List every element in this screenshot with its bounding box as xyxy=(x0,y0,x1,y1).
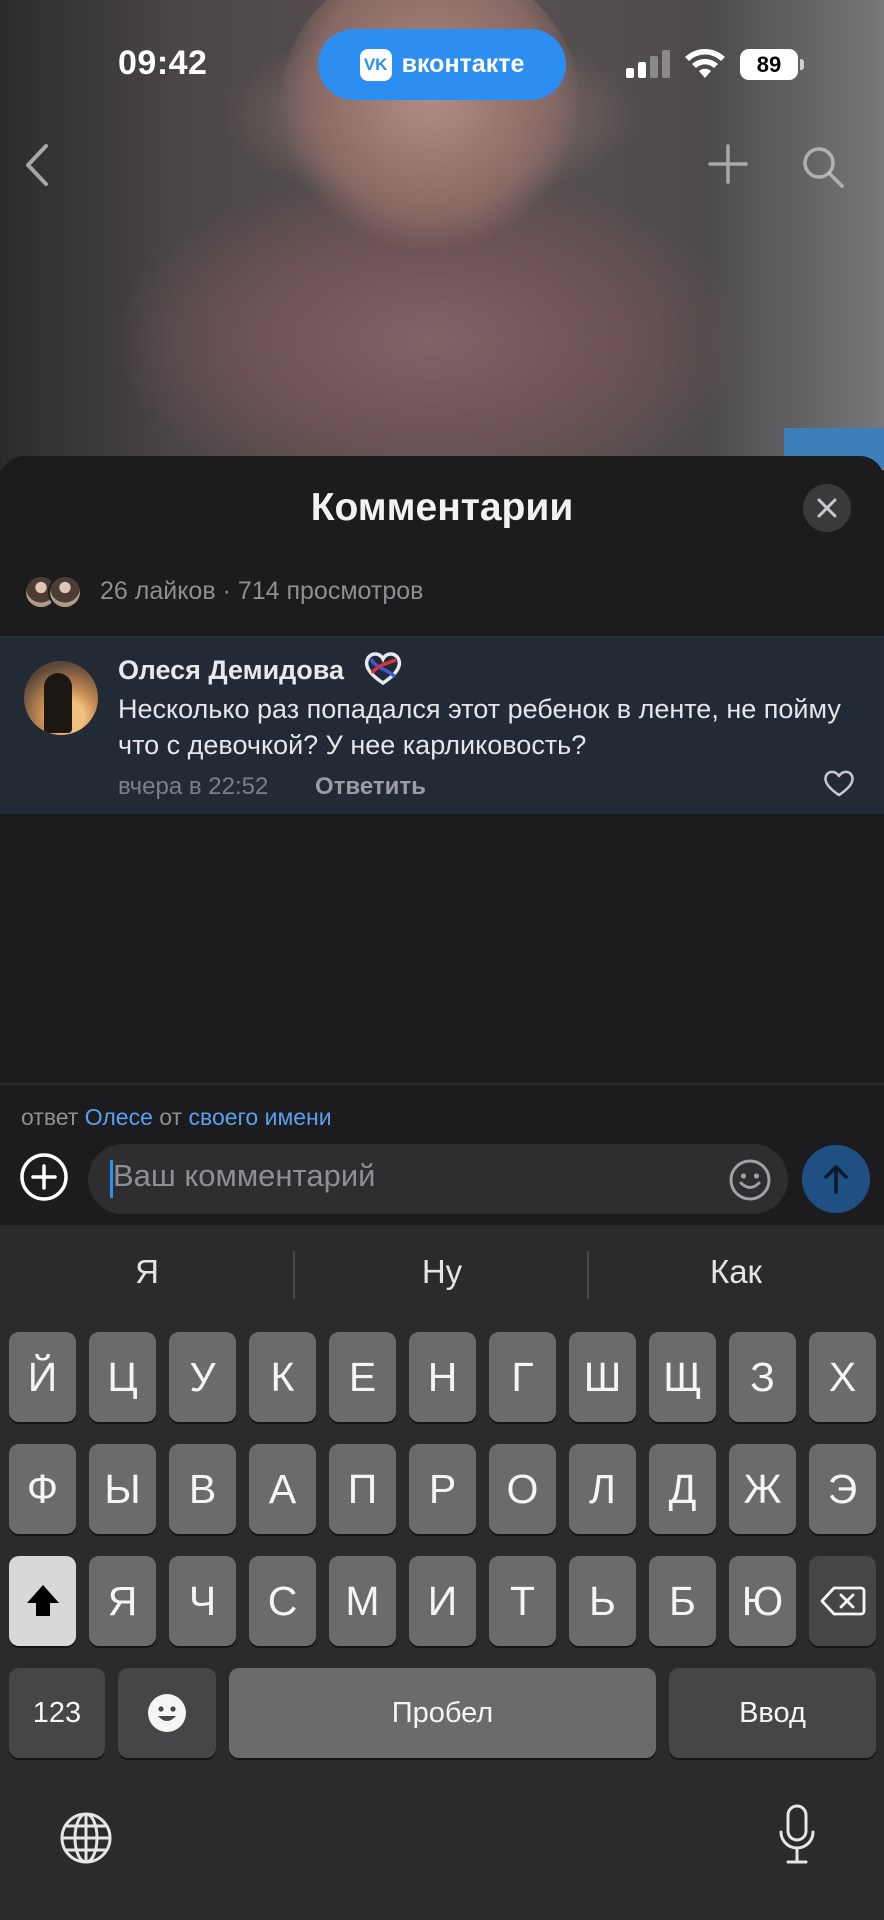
key[interactable]: Х xyxy=(809,1332,876,1422)
vk-app-pill[interactable]: VK вконтакте xyxy=(318,29,566,100)
key[interactable]: Т xyxy=(489,1556,556,1646)
globe-icon[interactable] xyxy=(58,1810,114,1866)
key[interactable]: Э xyxy=(809,1444,876,1534)
reply-recipient-link[interactable]: Олесе xyxy=(85,1104,153,1130)
comment-input-placeholder: Ваш комментарий xyxy=(113,1158,376,1193)
key[interactable]: Я xyxy=(89,1556,156,1646)
search-icon[interactable] xyxy=(800,144,846,190)
key[interactable]: О xyxy=(489,1444,556,1534)
key[interactable]: Ц xyxy=(89,1332,156,1422)
reply-identity-link[interactable]: своего имени xyxy=(188,1104,331,1130)
key[interactable]: Ы xyxy=(89,1444,156,1534)
comment-timestamp: вчера в 22:52 xyxy=(118,773,269,800)
chevron-left-icon[interactable] xyxy=(20,140,54,190)
key[interactable]: Ч xyxy=(169,1556,236,1646)
key[interactable]: Ф xyxy=(9,1444,76,1534)
vk-app-label: вконтакте xyxy=(401,50,525,78)
reply-prefix: ответ xyxy=(21,1104,79,1130)
cellular-signal-icon xyxy=(626,50,670,78)
sheet-title: Комментарии xyxy=(310,486,574,529)
battery-indicator: 89 xyxy=(740,49,804,80)
shift-key[interactable] xyxy=(9,1556,76,1646)
shift-icon xyxy=(26,1585,59,1616)
arrow-up-icon xyxy=(824,1165,848,1194)
backspace-icon xyxy=(820,1586,865,1616)
backspace-key[interactable] xyxy=(809,1556,876,1646)
key[interactable]: С xyxy=(249,1556,316,1646)
suggestion-2[interactable]: Ну xyxy=(295,1253,589,1291)
key[interactable]: Ь xyxy=(569,1556,636,1646)
send-button[interactable] xyxy=(802,1145,870,1213)
reply-target-line: ответ Олесе от своего имени xyxy=(21,1104,332,1131)
suggestion-1[interactable]: Я xyxy=(0,1253,294,1291)
likes-views-stats[interactable]: 26 лайков · 714 просмотров xyxy=(100,577,423,606)
key[interactable]: З xyxy=(729,1332,796,1422)
key[interactable]: П xyxy=(329,1444,396,1534)
comment-input[interactable]: Ваш комментарий xyxy=(88,1144,788,1214)
emoji-face-icon xyxy=(148,1694,186,1732)
system-keyboard: Я Ну Как Й Ц У К Е Н Г Ш Щ З Х Ф Ы В А П… xyxy=(0,1225,884,1920)
smiley-icon[interactable] xyxy=(728,1158,772,1202)
key[interactable]: Р xyxy=(409,1444,476,1534)
avatar xyxy=(48,575,82,609)
key[interactable]: Г xyxy=(489,1332,556,1422)
comment-text: Несколько раз попадался этот ребенок в л… xyxy=(118,694,841,760)
return-key[interactable]: Ввод xyxy=(669,1668,876,1758)
key[interactable]: Ю xyxy=(729,1556,796,1646)
suggestion-3[interactable]: Как xyxy=(589,1253,883,1291)
key[interactable]: И xyxy=(409,1556,476,1646)
reply-middle: от xyxy=(159,1104,183,1130)
key[interactable]: Д xyxy=(649,1444,716,1534)
comment-item: Олеся Демидова Несколько раз попадался э… xyxy=(0,636,884,814)
vk-logo-icon: VK xyxy=(359,48,392,81)
key[interactable]: А xyxy=(249,1444,316,1534)
close-icon xyxy=(817,498,837,518)
numbers-key[interactable]: 123 xyxy=(9,1668,105,1758)
key[interactable]: У xyxy=(169,1332,236,1422)
space-key[interactable]: Пробел xyxy=(229,1668,656,1758)
microphone-icon[interactable] xyxy=(778,1804,816,1866)
comment-author-avatar[interactable] xyxy=(24,661,98,735)
key[interactable]: Щ xyxy=(649,1332,716,1422)
close-button[interactable] xyxy=(803,484,851,532)
liker-avatars[interactable] xyxy=(24,575,84,609)
key[interactable]: К xyxy=(249,1332,316,1422)
heart-ribbon-icon xyxy=(364,652,402,686)
key[interactable]: Л xyxy=(569,1444,636,1534)
key[interactable]: Ш xyxy=(569,1332,636,1422)
key[interactable]: Ж xyxy=(729,1444,796,1534)
key[interactable]: М xyxy=(329,1556,396,1646)
key[interactable]: Й xyxy=(9,1332,76,1422)
emoji-key[interactable] xyxy=(118,1668,216,1758)
reply-button[interactable]: Ответить xyxy=(315,773,426,801)
comment-author-name[interactable]: Олеся Демидова xyxy=(118,655,344,686)
key[interactable]: Е xyxy=(329,1332,396,1422)
plus-circle-icon[interactable] xyxy=(18,1151,70,1203)
status-time: 09:42 xyxy=(118,44,208,82)
divider xyxy=(0,1083,884,1085)
key[interactable]: Б xyxy=(649,1556,716,1646)
key[interactable]: Н xyxy=(409,1332,476,1422)
key[interactable]: В xyxy=(169,1444,236,1534)
heart-outline-icon[interactable] xyxy=(822,768,856,798)
wifi-icon xyxy=(685,49,725,78)
plus-icon[interactable] xyxy=(706,142,750,186)
